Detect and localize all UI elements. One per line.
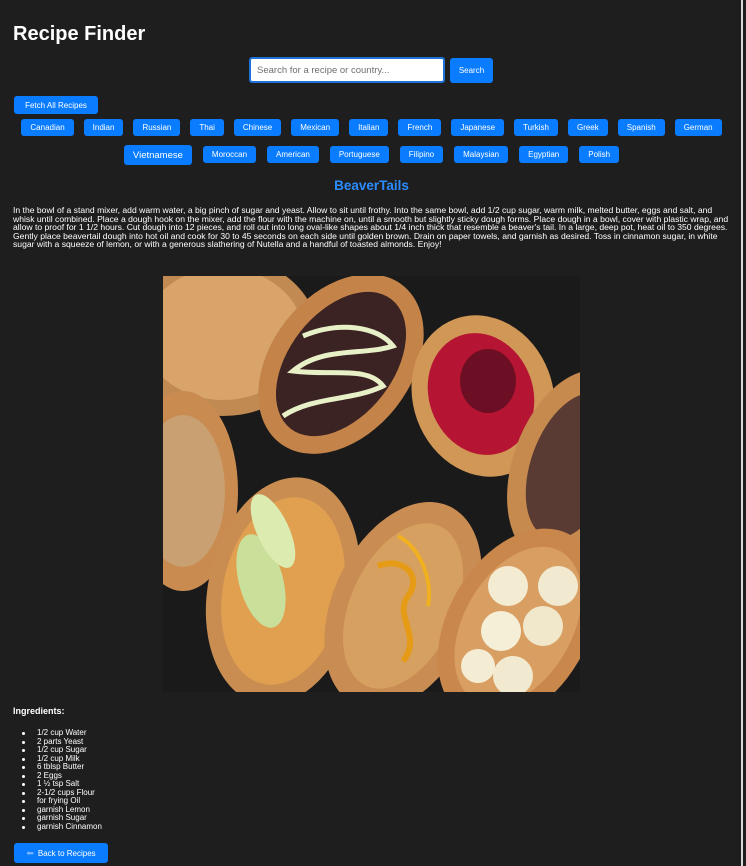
- cuisine-button-mexican[interactable]: Mexican: [291, 119, 340, 136]
- cuisine-button-french[interactable]: French: [398, 119, 442, 136]
- cuisine-button-chinese[interactable]: Chinese: [233, 119, 282, 136]
- cuisine-button-german[interactable]: German: [674, 119, 722, 136]
- recipe-image: [163, 276, 580, 692]
- back-arrow-icon: ⬅: [26, 847, 34, 858]
- ingredient-item: garnish Cinnamon: [22, 822, 102, 832]
- recipe-title: BeaverTails: [334, 178, 409, 193]
- cuisine-button-spanish[interactable]: Spanish: [617, 119, 665, 136]
- beavertails-photo: [163, 276, 580, 692]
- ingredients-heading: Ingredients:: [13, 706, 65, 716]
- search-input[interactable]: [249, 57, 445, 83]
- cuisine-button-vietnamese[interactable]: Vietnamese: [123, 145, 192, 165]
- ingredient-item: 6 tblsp Butter: [22, 762, 102, 772]
- cuisine-row-2: Vietnamese Moroccan American Portuguese Fili…: [0, 145, 743, 165]
- cuisine-button-canadian[interactable]: Canadian: [21, 119, 74, 136]
- cuisine-row-1: Canadian Indian Russian Thai Chinese Mexican I…: [0, 118, 743, 136]
- cuisine-button-indian[interactable]: Indian: [83, 119, 124, 136]
- search-button[interactable]: Search: [450, 58, 493, 83]
- cuisine-button-japanese[interactable]: Japanese: [451, 119, 505, 136]
- cuisine-button-portuguese[interactable]: Portuguese: [329, 146, 389, 163]
- recipe-instructions: In the bowl of a stand mixer, add warm w…: [13, 205, 729, 250]
- app-frame: Recipe Finder Search Fetch All Recipes C…: [0, 0, 743, 866]
- cuisine-button-italian[interactable]: Italian: [349, 119, 389, 136]
- ingredients-list: 1/2 cup Water 2 parts Yeast 1/2 cup Sugar 1…: [22, 728, 102, 832]
- cuisine-button-egyptian[interactable]: Egyptian: [519, 146, 569, 163]
- fetch-all-recipes-button[interactable]: Fetch All Recipes: [14, 96, 98, 114]
- cuisine-button-thai[interactable]: Thai: [190, 119, 224, 136]
- back-button-label: Back to Recipes: [37, 848, 96, 858]
- cuisine-button-american[interactable]: American: [267, 146, 319, 163]
- cuisine-button-moroccan[interactable]: Moroccan: [202, 146, 257, 163]
- cuisine-button-greek[interactable]: Greek: [567, 119, 608, 136]
- search-bar: Search: [249, 57, 493, 83]
- cuisine-button-polish[interactable]: Polish: [579, 146, 620, 163]
- cuisine-button-russian[interactable]: Russian: [133, 119, 181, 136]
- cuisine-button-turkish[interactable]: Turkish: [514, 119, 558, 136]
- cuisine-button-filipino[interactable]: Filipino: [399, 146, 444, 163]
- app-title: Recipe Finder: [13, 23, 146, 45]
- back-to-recipes-button[interactable]: ⬅ Back to Recipes: [14, 843, 108, 863]
- cuisine-button-malaysian[interactable]: Malaysian: [454, 146, 509, 163]
